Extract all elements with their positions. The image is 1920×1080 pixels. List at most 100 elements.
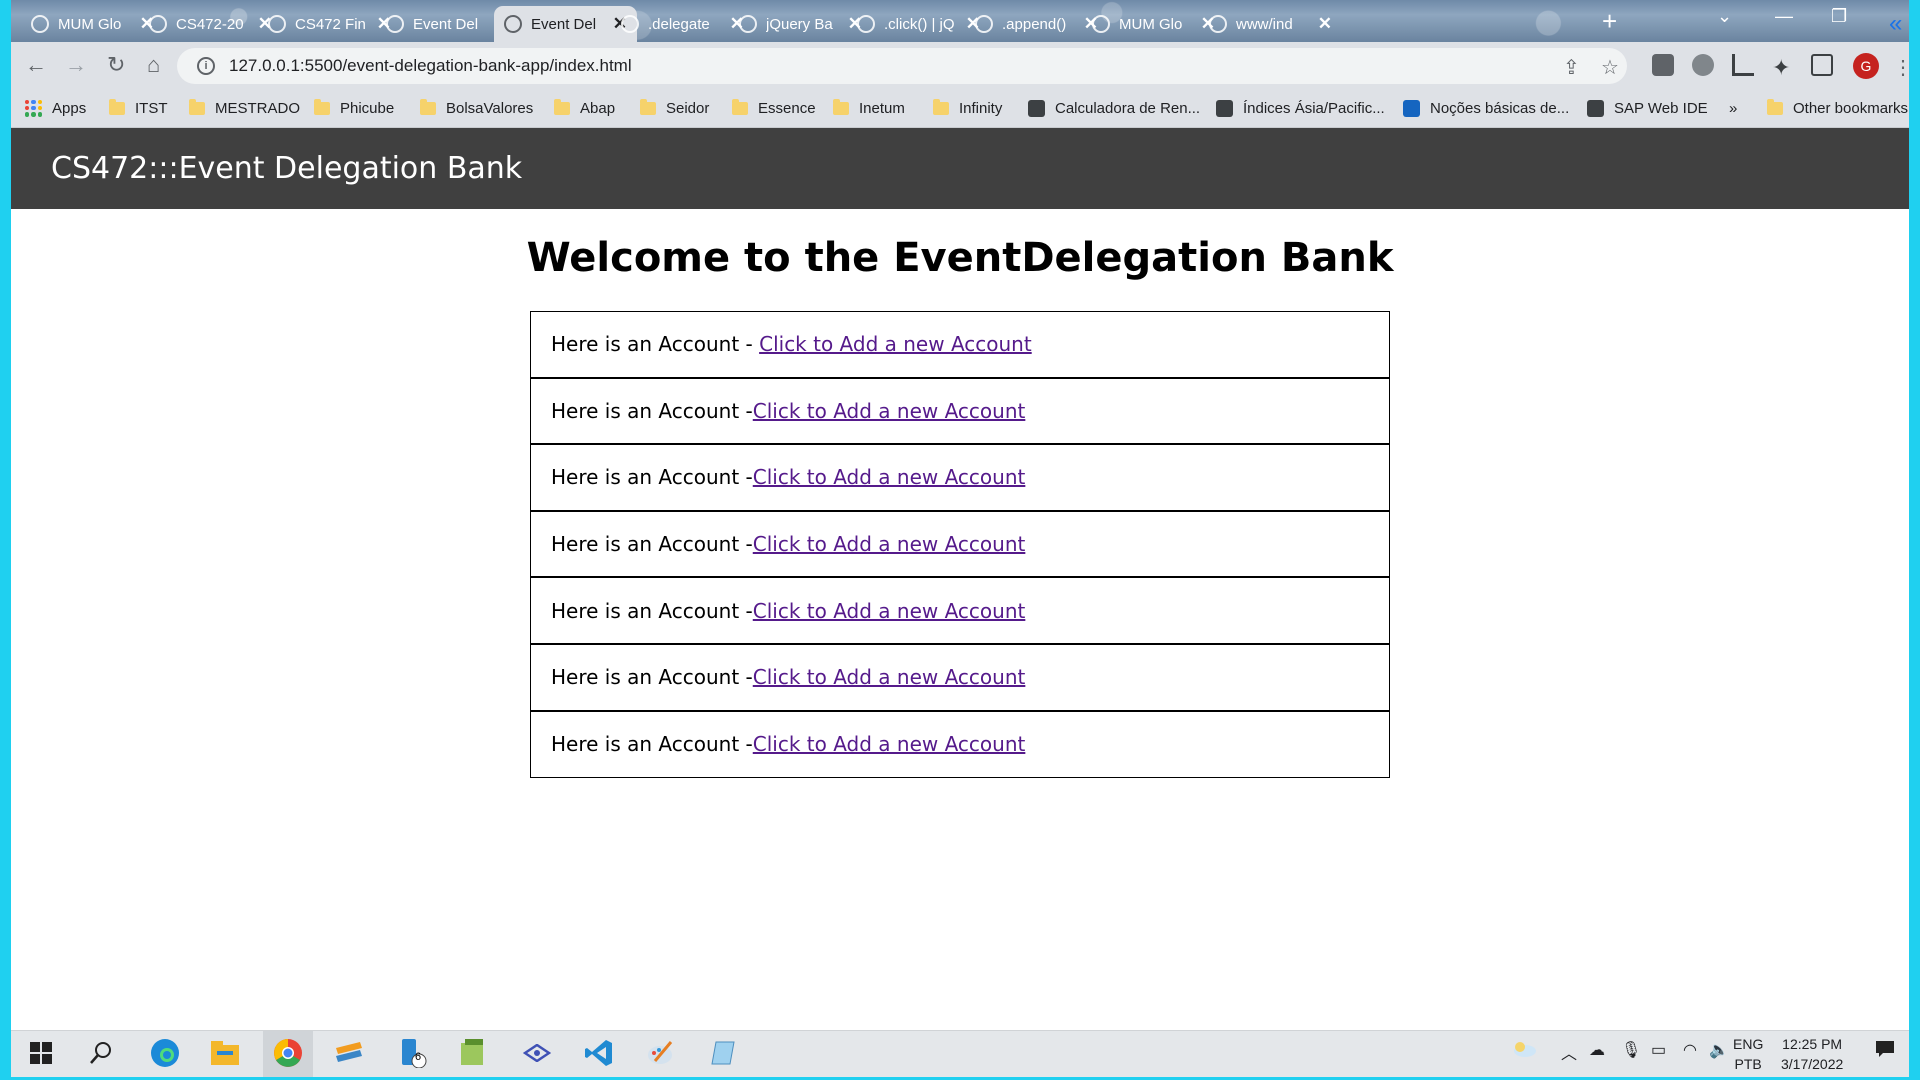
edge-icon[interactable] — [149, 1038, 181, 1068]
jquery-icon — [857, 15, 875, 33]
bookmark-label: Seidor — [666, 99, 710, 117]
menu-kebab-icon[interactable]: ⋮ — [1893, 55, 1909, 80]
bookmark-item[interactable]: BolsaValores — [420, 96, 533, 120]
extensions-puzzle-icon[interactable]: ✦ — [1772, 55, 1790, 81]
account-label: Here is an Account - — [551, 732, 753, 757]
bookmark-item[interactable]: Phicube — [314, 96, 394, 120]
bookmark-item[interactable]: Apps — [25, 96, 86, 120]
account-list: Here is an Account - Click to Add a new … — [530, 311, 1390, 779]
taskbar-badge-count: 6 — [415, 1051, 422, 1063]
bookmark-item[interactable]: ITST — [109, 96, 168, 120]
tab-title: jQuery Ba — [766, 15, 833, 33]
globe-icon — [386, 15, 404, 33]
tab-title: Event Del — [531, 15, 597, 33]
calculator-icon — [1028, 99, 1045, 117]
home-icon[interactable]: ⌂ — [147, 52, 160, 78]
chevron-up-icon[interactable]: ︿ — [1561, 1040, 1577, 1064]
bookmark-label: Calculadora de Ren... — [1055, 99, 1201, 117]
bookmark-item[interactable]: Essence — [732, 96, 816, 120]
weather-cloud-icon[interactable] — [1511, 1040, 1537, 1063]
tab-search-icon[interactable]: ⌄ — [1717, 6, 1732, 27]
bookmark-item[interactable]: » — [1729, 96, 1737, 120]
side-collapse-icon[interactable]: « — [1889, 10, 1902, 38]
add-account-link[interactable]: Click to Add a new Account — [759, 332, 1032, 356]
paint-icon[interactable] — [645, 1038, 677, 1068]
new-tab-button[interactable]: + — [1602, 8, 1617, 34]
extension-translate-icon[interactable] — [1652, 54, 1674, 76]
taskbar-clock[interactable]: 12:25 PM 3/17/2022 — [1781, 1034, 1843, 1074]
bookmark-item[interactable]: SAP Web IDE — [1587, 96, 1708, 120]
tab-title: .append() — [1002, 15, 1067, 33]
browser-window: MUM Glo✕CS472-20✕CS472 Fin✕Event Del✕Eve… — [11, 0, 1909, 1077]
side-panel-icon[interactable] — [1811, 54, 1833, 76]
onedrive-error-icon[interactable]: ☁ — [1589, 1040, 1605, 1060]
bookmark-item[interactable]: Inetum — [833, 96, 905, 120]
battery-icon[interactable]: ▭ — [1651, 1040, 1666, 1060]
extension-chart-icon[interactable] — [1732, 54, 1754, 76]
chrome-icon[interactable] — [272, 1038, 304, 1068]
restore-icon[interactable]: ❐ — [1831, 6, 1847, 27]
account-row: Here is an Account - Click to Add a new A… — [530, 644, 1390, 712]
bookmark-label: BolsaValores — [446, 99, 534, 117]
eye-icon[interactable] — [521, 1038, 553, 1068]
add-account-link[interactable]: Click to Add a new Account — [753, 732, 1026, 756]
bookmark-label: ITST — [135, 99, 168, 117]
phone-badge-icon[interactable]: 6 — [397, 1038, 429, 1068]
add-account-link[interactable]: Click to Add a new Account — [753, 399, 1026, 423]
file-explorer-icon[interactable] — [209, 1038, 241, 1068]
bookmark-label: Infinity — [959, 99, 1003, 117]
minimize-icon[interactable]: — — [1775, 6, 1793, 27]
tab-title: Event Del — [413, 15, 479, 33]
wifi-icon[interactable]: ◠ — [1683, 1040, 1697, 1060]
site-info-icon[interactable]: i — [197, 57, 215, 75]
folder-icon — [420, 98, 436, 115]
account-label: Here is an Account - — [551, 598, 753, 623]
mum-icon — [1092, 15, 1110, 33]
add-account-link[interactable]: Click to Add a new Account — [753, 665, 1026, 689]
bookmark-item[interactable]: Seidor — [640, 96, 709, 120]
add-account-link[interactable]: Click to Add a new Account — [753, 465, 1026, 489]
bookmark-item[interactable]: Abap — [554, 96, 615, 120]
bookmark-item[interactable]: Other bookmarks — [1767, 96, 1908, 120]
clock-time: 12:25 PM — [1782, 1036, 1843, 1052]
forward-icon[interactable]: → — [65, 52, 87, 78]
bookmark-label: MESTRADO — [215, 99, 301, 117]
bookmark-item[interactable]: Noções básicas de... — [1403, 96, 1569, 120]
share-icon[interactable]: ⇪ — [1563, 55, 1580, 80]
account-label: Here is an Account - — [551, 398, 753, 423]
notepad-plus-icon[interactable] — [457, 1038, 489, 1068]
bookmark-item[interactable]: Calculadora de Ren... — [1028, 96, 1200, 120]
search-icon[interactable] — [85, 1038, 117, 1068]
add-account-link[interactable]: Click to Add a new Account — [753, 599, 1026, 623]
windows-start-icon[interactable] — [25, 1038, 57, 1068]
keyboard-layout: PTB — [1734, 1056, 1762, 1072]
sublime-icon[interactable] — [333, 1038, 365, 1068]
bookmark-item[interactable]: Índices Ásia/Pacific... — [1216, 96, 1385, 120]
volume-icon[interactable]: 🔈 — [1709, 1040, 1729, 1060]
notepad-icon[interactable] — [707, 1038, 739, 1068]
folder-icon — [554, 98, 570, 115]
globe-icon — [504, 15, 522, 33]
cloud-icon — [1587, 99, 1604, 117]
extension-s-icon[interactable] — [1692, 54, 1714, 76]
input-language[interactable]: ENG PTB — [1733, 1034, 1763, 1074]
page-title: Welcome to the EventDelegation Bank — [526, 235, 1394, 281]
tab-close-icon[interactable]: ✕ — [1318, 14, 1332, 34]
globe-icon — [268, 15, 286, 33]
bookmark-item[interactable]: Infinity — [933, 96, 1002, 120]
vscode-icon[interactable] — [583, 1038, 615, 1068]
reload-icon[interactable]: ↻ — [107, 52, 125, 78]
microphone-icon[interactable]: 🎙 — [1621, 1040, 1641, 1060]
bookmark-star-icon[interactable]: ☆ — [1601, 55, 1619, 80]
notifications-icon[interactable] — [1875, 1040, 1895, 1063]
add-account-link[interactable]: Click to Add a new Account — [753, 532, 1026, 556]
apps-grid-icon — [25, 99, 42, 117]
back-icon[interactable]: ← — [25, 52, 47, 78]
bookmark-item[interactable]: MESTRADO — [189, 96, 300, 120]
investing-icon — [1216, 99, 1233, 117]
address-url[interactable]: 127.0.0.1:5500/event-delegation-bank-app… — [229, 56, 632, 76]
profile-avatar[interactable]: G — [1853, 53, 1879, 79]
address-bar[interactable]: i 127.0.0.1:5500/event-delegation-bank-a… — [177, 48, 1627, 84]
tab-10[interactable]: www/ind ✕ — [1199, 6, 1342, 42]
folder-icon — [833, 98, 849, 115]
